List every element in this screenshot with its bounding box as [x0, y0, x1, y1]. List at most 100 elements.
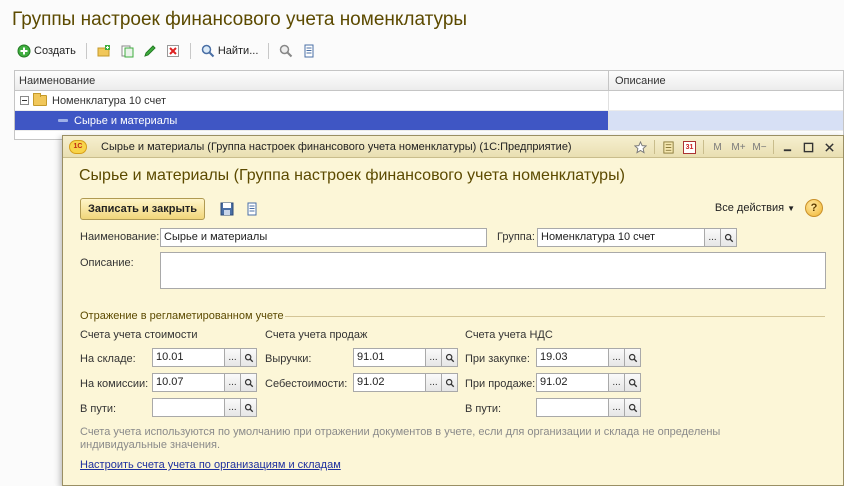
open-button[interactable] [625, 398, 641, 417]
description-input[interactable] [160, 252, 826, 289]
page-title: Группы настроек финансового учета номенк… [12, 9, 468, 30]
close-button[interactable] [822, 140, 837, 155]
add-icon [17, 44, 31, 58]
open-button[interactable] [442, 373, 458, 392]
purchase-label: При закупке: [465, 353, 530, 365]
open-button[interactable] [625, 373, 641, 392]
list-icon[interactable] [245, 202, 259, 216]
group-field[interactable]: Номенклатура 10 счет ... [537, 228, 737, 247]
calculator-icon [663, 140, 674, 154]
maximize-button[interactable] [801, 140, 816, 155]
cost-of-sales-account-field[interactable]: 91.02 ... [353, 373, 458, 392]
open-button[interactable] [721, 228, 737, 247]
open-button[interactable] [241, 398, 257, 417]
section-divider [285, 316, 825, 317]
vat-transit-label: В пути: [465, 403, 502, 415]
open-button[interactable] [625, 348, 641, 367]
form-title: Сырье и материалы (Группа настроек финан… [79, 167, 625, 184]
search-icon [628, 403, 637, 412]
vat-purchase-account-input[interactable]: 19.03 [536, 348, 609, 367]
cost-of-sales-account-input[interactable]: 91.02 [353, 373, 426, 392]
all-actions-menu[interactable]: Все действия ▼ [715, 202, 795, 214]
memory-minus-button[interactable]: M− [752, 140, 767, 155]
save-icon[interactable] [220, 202, 234, 216]
select-button[interactable]: ... [225, 398, 241, 417]
calculator-button[interactable] [661, 140, 676, 155]
select-button[interactable]: ... [609, 348, 625, 367]
select-button[interactable]: ... [225, 373, 241, 392]
vat-purchase-account-field[interactable]: 19.03 ... [536, 348, 641, 367]
search-icon [445, 378, 454, 387]
close-icon [825, 142, 834, 152]
transit-account-field[interactable]: ... [152, 398, 257, 417]
revenue-label: Выручки: [265, 353, 312, 365]
table-row[interactable]: Номенклатура 10 счет [15, 91, 843, 111]
commission-account-input[interactable]: 10.07 [152, 373, 225, 392]
select-button[interactable]: ... [609, 373, 625, 392]
select-button[interactable]: ... [426, 348, 442, 367]
search-icon [244, 403, 253, 412]
find-button-label: Найти... [217, 45, 259, 57]
memory-plus-button[interactable]: M+ [731, 140, 746, 155]
select-button[interactable]: ... [705, 228, 721, 247]
transit-account-input[interactable] [152, 398, 225, 417]
cancel-search-button[interactable] [276, 42, 296, 60]
help-note: Счета учета используются по умолчанию пр… [80, 426, 721, 451]
copy-button[interactable] [117, 42, 137, 60]
all-actions-label: Все действия [714, 202, 785, 214]
dropdown-arrow-icon: ▼ [787, 203, 795, 213]
controls-separator [773, 140, 774, 154]
vat-sale-account-input[interactable]: 91.02 [536, 373, 609, 392]
find-button[interactable]: Найти... [198, 42, 262, 60]
search-icon [724, 233, 733, 242]
calendar-icon: 31 [683, 140, 696, 154]
warehouse-account-field[interactable]: 10.01 ... [152, 348, 257, 367]
open-button[interactable] [442, 348, 458, 367]
column-header-name[interactable]: Наименование [15, 71, 609, 90]
toolbar-separator [268, 43, 270, 59]
help-button[interactable]: ? [805, 199, 823, 217]
revenue-account-input[interactable]: 91.01 [353, 348, 426, 367]
favorite-button[interactable] [633, 140, 648, 155]
name-input[interactable]: Сырье и материалы [160, 228, 487, 247]
cost-of-sales-label: Себестоимости: [265, 378, 348, 390]
delete-button[interactable] [163, 42, 183, 60]
minimize-button[interactable] [780, 140, 795, 155]
group-input[interactable]: Номенклатура 10 счет [537, 228, 705, 247]
vat-transit-account-field[interactable]: ... [536, 398, 641, 417]
open-button[interactable] [241, 348, 257, 367]
folder-icon [33, 93, 47, 106]
search-icon [445, 353, 454, 362]
calendar-button[interactable]: 31 [682, 140, 697, 155]
select-button[interactable]: ... [609, 398, 625, 417]
save-and-close-button[interactable]: Записать и закрыть [80, 198, 206, 220]
column-header-description[interactable]: Описание [609, 71, 843, 90]
copy-icon [120, 44, 134, 58]
commission-account-field[interactable]: 10.07 ... [152, 373, 257, 392]
revenue-account-field[interactable]: 91.01 ... [353, 348, 458, 367]
window-titlebar[interactable]: 1С Сырье и материалы (Группа настроек фи… [63, 136, 843, 158]
warehouse-account-input[interactable]: 10.01 [152, 348, 225, 367]
edit-button[interactable] [140, 42, 160, 60]
list-settings-button[interactable] [299, 42, 319, 60]
name-field[interactable]: Сырье и материалы [160, 228, 487, 247]
groups-list: Наименование Описание Номенклатура 10 сч… [14, 70, 844, 140]
row-name-cell[interactable]: Сырье и материалы [15, 111, 609, 130]
memory-button[interactable]: M [710, 140, 725, 155]
create-group-button[interactable] [94, 42, 114, 60]
select-button[interactable]: ... [426, 373, 442, 392]
section-title: Отражение в регламетированном учете [80, 310, 284, 322]
create-button[interactable]: Создать [14, 42, 79, 60]
commission-label: На комиссии: [80, 378, 149, 390]
table-row[interactable]: Сырье и материалы [15, 111, 843, 131]
configure-accounts-link[interactable]: Настроить счета учета по организациям и … [80, 459, 341, 471]
vat-transit-account-input[interactable] [536, 398, 609, 417]
list-icon [302, 44, 316, 58]
row-description-cell[interactable] [609, 111, 843, 130]
select-button[interactable]: ... [225, 348, 241, 367]
toolbar-separator [189, 43, 191, 59]
open-button[interactable] [241, 373, 257, 392]
vat-sale-account-field[interactable]: 91.02 ... [536, 373, 641, 392]
collapse-icon[interactable] [20, 96, 29, 105]
row-name-cell[interactable]: Номенклатура 10 счет [15, 91, 609, 110]
